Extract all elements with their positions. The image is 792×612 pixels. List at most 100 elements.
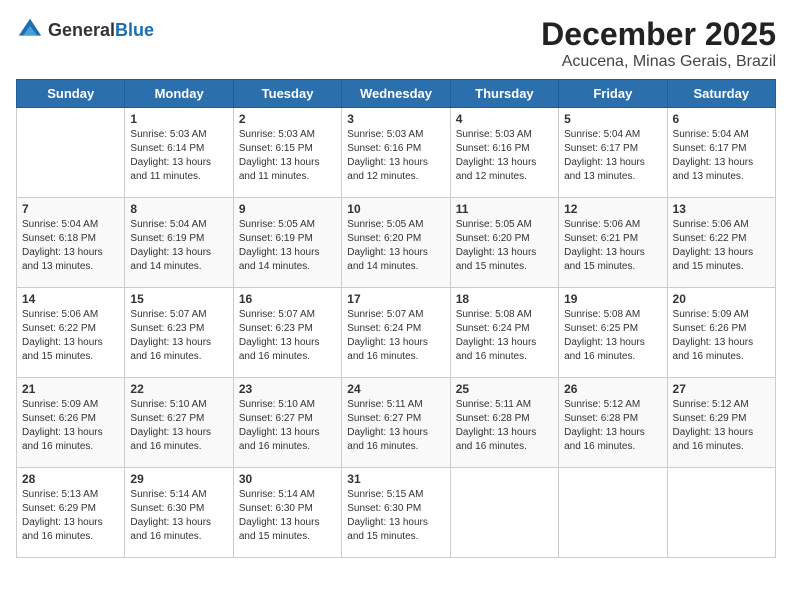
day-info: Sunrise: 5:06 AM Sunset: 6:22 PM Dayligh… — [22, 308, 119, 364]
calendar-cell: 15 Sunrise: 5:07 AM Sunset: 6:23 PM Dayli… — [125, 288, 233, 378]
day-info: Sunrise: 5:06 AM Sunset: 6:21 PM Dayligh… — [564, 218, 661, 274]
calendar-cell — [559, 468, 667, 558]
day-info: Sunrise: 5:07 AM Sunset: 6:23 PM Dayligh… — [239, 308, 336, 364]
calendar-cell: 5 Sunrise: 5:04 AM Sunset: 6:17 PM Daylig… — [559, 108, 667, 198]
week-row-2: 7 Sunrise: 5:04 AM Sunset: 6:18 PM Daylig… — [17, 198, 776, 288]
day-number: 1 — [130, 112, 227, 126]
calendar-cell: 30Sunrise: 5:14 AM Sunset: 6:30 PM Dayli… — [233, 468, 341, 558]
day-info: Sunrise: 5:05 AM Sunset: 6:20 PM Dayligh… — [347, 218, 444, 274]
day-info: Sunrise: 5:11 AM Sunset: 6:27 PM Dayligh… — [347, 398, 444, 454]
day-info: Sunrise: 5:10 AM Sunset: 6:27 PM Dayligh… — [130, 398, 227, 454]
calendar-cell — [450, 468, 558, 558]
day-number: 7 — [22, 202, 119, 216]
day-info: Sunrise: 5:10 AM Sunset: 6:27 PM Dayligh… — [239, 398, 336, 454]
day-number: 8 — [130, 202, 227, 216]
day-number: 4 — [456, 112, 553, 126]
logo-text-general: General — [48, 20, 115, 40]
calendar-cell: 23 Sunrise: 5:10 AM Sunset: 6:27 PM Dayli… — [233, 378, 341, 468]
day-info: Sunrise: 5:09 AM Sunset: 6:26 PM Dayligh… — [22, 398, 119, 454]
logo: GeneralBlue — [16, 16, 154, 44]
day-info: Sunrise: 5:14 AM Sunset: 6:30 PM Dayligh… — [130, 488, 227, 544]
calendar-cell: 8Sunrise: 5:04 AM Sunset: 6:19 PM Daylig… — [125, 198, 233, 288]
calendar-cell: 12 Sunrise: 5:06 AM Sunset: 6:21 PM Dayli… — [559, 198, 667, 288]
day-info: Sunrise: 5:07 AM Sunset: 6:24 PM Dayligh… — [347, 308, 444, 364]
day-info: Sunrise: 5:15 AM Sunset: 6:30 PM Dayligh… — [347, 488, 444, 544]
logo-icon — [16, 16, 44, 44]
day-number: 15 — [130, 292, 227, 306]
day-number: 30 — [239, 472, 336, 486]
day-info: Sunrise: 5:13 AM Sunset: 6:29 PM Dayligh… — [22, 488, 119, 544]
day-number: 20 — [673, 292, 770, 306]
day-number: 2 — [239, 112, 336, 126]
calendar-cell: 31Sunrise: 5:15 AM Sunset: 6:30 PM Dayli… — [342, 468, 450, 558]
day-info: Sunrise: 5:12 AM Sunset: 6:29 PM Dayligh… — [673, 398, 770, 454]
calendar-cell: 28 Sunrise: 5:13 AM Sunset: 6:29 PM Dayli… — [17, 468, 125, 558]
calendar-cell: 27 Sunrise: 5:12 AM Sunset: 6:29 PM Dayli… — [667, 378, 775, 468]
day-number: 26 — [564, 382, 661, 396]
calendar-table: SundayMondayTuesdayWednesdayThursdayFrid… — [16, 79, 776, 558]
day-number: 27 — [673, 382, 770, 396]
day-info: Sunrise: 5:03 AM Sunset: 6:15 PM Dayligh… — [239, 128, 336, 184]
day-number: 16 — [239, 292, 336, 306]
weekday-header-wednesday: Wednesday — [342, 80, 450, 108]
calendar-cell: 10 Sunrise: 5:05 AM Sunset: 6:20 PM Dayli… — [342, 198, 450, 288]
day-number: 3 — [347, 112, 444, 126]
location-title: Acucena, Minas Gerais, Brazil — [541, 53, 776, 71]
day-number: 10 — [347, 202, 444, 216]
day-info: Sunrise: 5:05 AM Sunset: 6:19 PM Dayligh… — [239, 218, 336, 274]
calendar-cell: 6Sunrise: 5:04 AM Sunset: 6:17 PM Daylig… — [667, 108, 775, 198]
calendar-cell: 19Sunrise: 5:08 AM Sunset: 6:25 PM Dayli… — [559, 288, 667, 378]
title-area: December 2025 Acucena, Minas Gerais, Bra… — [541, 16, 776, 71]
day-number: 13 — [673, 202, 770, 216]
day-info: Sunrise: 5:07 AM Sunset: 6:23 PM Dayligh… — [130, 308, 227, 364]
weekday-header-sunday: Sunday — [17, 80, 125, 108]
weekday-header-tuesday: Tuesday — [233, 80, 341, 108]
week-row-5: 28 Sunrise: 5:13 AM Sunset: 6:29 PM Dayli… — [17, 468, 776, 558]
calendar-cell: 29 Sunrise: 5:14 AM Sunset: 6:30 PM Dayli… — [125, 468, 233, 558]
calendar-cell: 14 Sunrise: 5:06 AM Sunset: 6:22 PM Dayli… — [17, 288, 125, 378]
day-number: 23 — [239, 382, 336, 396]
day-info: Sunrise: 5:09 AM Sunset: 6:26 PM Dayligh… — [673, 308, 770, 364]
day-number: 22 — [130, 382, 227, 396]
day-number: 24 — [347, 382, 444, 396]
calendar-cell: 11Sunrise: 5:05 AM Sunset: 6:20 PM Dayli… — [450, 198, 558, 288]
weekday-header-friday: Friday — [559, 80, 667, 108]
calendar-cell: 24 Sunrise: 5:11 AM Sunset: 6:27 PM Dayli… — [342, 378, 450, 468]
calendar-cell: 2 Sunrise: 5:03 AM Sunset: 6:15 PM Daylig… — [233, 108, 341, 198]
day-info: Sunrise: 5:04 AM Sunset: 6:17 PM Dayligh… — [564, 128, 661, 184]
day-info: Sunrise: 5:08 AM Sunset: 6:25 PM Dayligh… — [564, 308, 661, 364]
header: GeneralBlue December 2025 Acucena, Minas… — [16, 16, 776, 71]
weekday-header-row: SundayMondayTuesdayWednesdayThursdayFrid… — [17, 80, 776, 108]
calendar-cell: 7 Sunrise: 5:04 AM Sunset: 6:18 PM Daylig… — [17, 198, 125, 288]
day-number: 5 — [564, 112, 661, 126]
calendar-cell: 16 Sunrise: 5:07 AM Sunset: 6:23 PM Dayli… — [233, 288, 341, 378]
day-number: 17 — [347, 292, 444, 306]
calendar-cell: 3Sunrise: 5:03 AM Sunset: 6:16 PM Daylig… — [342, 108, 450, 198]
calendar-cell: 22 Sunrise: 5:10 AM Sunset: 6:27 PM Dayli… — [125, 378, 233, 468]
week-row-1: 1 Sunrise: 5:03 AM Sunset: 6:14 PM Daylig… — [17, 108, 776, 198]
day-number: 14 — [22, 292, 119, 306]
day-number: 11 — [456, 202, 553, 216]
day-info: Sunrise: 5:03 AM Sunset: 6:14 PM Dayligh… — [130, 128, 227, 184]
weekday-header-thursday: Thursday — [450, 80, 558, 108]
day-number: 12 — [564, 202, 661, 216]
day-number: 28 — [22, 472, 119, 486]
day-info: Sunrise: 5:03 AM Sunset: 6:16 PM Dayligh… — [456, 128, 553, 184]
day-info: Sunrise: 5:12 AM Sunset: 6:28 PM Dayligh… — [564, 398, 661, 454]
week-row-4: 21 Sunrise: 5:09 AM Sunset: 6:26 PM Dayli… — [17, 378, 776, 468]
day-number: 25 — [456, 382, 553, 396]
day-number: 21 — [22, 382, 119, 396]
calendar-cell: 26 Sunrise: 5:12 AM Sunset: 6:28 PM Dayli… — [559, 378, 667, 468]
logo-text-blue: Blue — [115, 20, 154, 40]
calendar-cell: 1 Sunrise: 5:03 AM Sunset: 6:14 PM Daylig… — [125, 108, 233, 198]
calendar-cell: 17 Sunrise: 5:07 AM Sunset: 6:24 PM Dayli… — [342, 288, 450, 378]
calendar-cell: 18Sunrise: 5:08 AM Sunset: 6:24 PM Dayli… — [450, 288, 558, 378]
day-info: Sunrise: 5:04 AM Sunset: 6:17 PM Dayligh… — [673, 128, 770, 184]
day-info: Sunrise: 5:04 AM Sunset: 6:18 PM Dayligh… — [22, 218, 119, 274]
day-number: 29 — [130, 472, 227, 486]
calendar-cell: 20 Sunrise: 5:09 AM Sunset: 6:26 PM Dayli… — [667, 288, 775, 378]
calendar-cell: 25Sunrise: 5:11 AM Sunset: 6:28 PM Dayli… — [450, 378, 558, 468]
month-title: December 2025 — [541, 16, 776, 53]
calendar-cell: 4 Sunrise: 5:03 AM Sunset: 6:16 PM Daylig… — [450, 108, 558, 198]
weekday-header-monday: Monday — [125, 80, 233, 108]
